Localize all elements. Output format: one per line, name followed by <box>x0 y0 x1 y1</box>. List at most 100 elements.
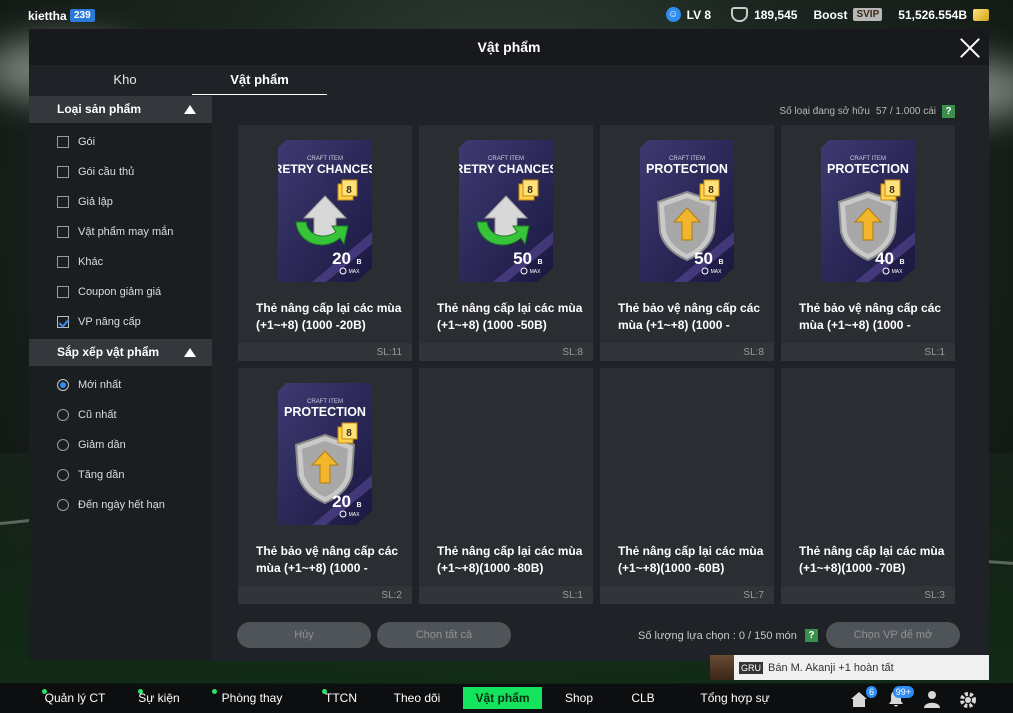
item-card[interactable]: CRAFT ITEM PROTECTION 8 50 B MAX Thẻ bảo… <box>600 125 774 361</box>
card-art-level: 8 <box>889 185 895 196</box>
item-card[interactable]: CRAFT ITEM RETRY CHANCES 8 20 B MAX Thẻ … <box>238 125 412 361</box>
card-art-level: 8 <box>708 185 714 196</box>
card-art-level: 8 <box>346 185 352 196</box>
item-card[interactable]: CRAFT ITEM RETRY CHANCES 8 50 B MAX Thẻ … <box>419 125 593 361</box>
close-icon[interactable] <box>959 37 981 59</box>
card-art-value: 40 <box>875 249 894 268</box>
category-option[interactable]: Gói cầu thủ <box>29 157 212 187</box>
option-label: VP nâng cấp <box>78 316 141 328</box>
collapse-triangle-icon[interactable] <box>184 105 196 114</box>
item-card[interactable]: Thẻ nâng cấp lại các mùa (+1~+8)(1000 -8… <box>419 368 593 604</box>
nav-su-kien[interactable]: Sự kiện <box>138 684 180 713</box>
card-art-unit: B <box>718 259 723 266</box>
nav-ttcn[interactable]: TTCN <box>324 684 358 713</box>
cancel-button[interactable]: Hủy <box>237 622 371 648</box>
nav-theo-doi[interactable]: Theo dõi <box>393 684 441 713</box>
toast-text: Bán M. Akanji +1 hoàn tất <box>768 661 894 674</box>
category-option[interactable]: Vật phẩm may mắn <box>29 217 212 247</box>
item-card[interactable]: CRAFT ITEM PROTECTION 8 20 B MAX Thẻ bảo… <box>238 368 412 604</box>
item-card[interactable]: Thẻ nâng cấp lại các mùa (+1~+8)(1000 -6… <box>600 368 774 604</box>
card-art-unit: B <box>356 259 361 266</box>
open-items-button[interactable]: Chọn VP để mở <box>826 622 960 648</box>
item-name-line: (+1~+8)(1000 -70B) <box>799 561 906 575</box>
radio-icon[interactable] <box>57 469 69 481</box>
category-option[interactable]: Giả lập <box>29 187 212 217</box>
item-quantity: SL:2 <box>381 590 402 601</box>
item-card[interactable]: Thẻ nâng cấp lại các mùa (+1~+8)(1000 -7… <box>781 368 955 604</box>
option-label: Cũ nhất <box>78 409 117 421</box>
protection-card-art: CRAFT ITEM PROTECTION 8 50 B MAX <box>640 140 734 282</box>
player-avatar <box>710 655 734 680</box>
owned-count: Số loại đang sở hữu 57 / 1.000 cái ? <box>779 105 955 118</box>
item-name-line: Thẻ nâng cấp lại các mùa <box>256 301 402 315</box>
item-name-line: Thẻ bảo vệ nâng cấp các <box>256 544 399 558</box>
checkbox-checked-icon[interactable] <box>57 316 69 328</box>
category-title: Loại sản phẩm <box>57 102 142 116</box>
item-name: Thẻ nâng cấp lại các mùa (+1~+8) (1000 -… <box>256 300 404 334</box>
radio-icon[interactable] <box>57 439 69 451</box>
nav-clb[interactable]: CLB <box>628 684 658 713</box>
sort-option[interactable]: Cũ nhất <box>29 400 212 430</box>
tab-kho[interactable]: Kho <box>59 65 191 95</box>
item-name: Thẻ nâng cấp lại các mùa (+1~+8)(1000 -8… <box>437 543 585 577</box>
team-tag: GRU <box>739 661 763 674</box>
sort-option[interactable]: Tăng dần <box>29 460 212 490</box>
option-label: Gói <box>78 136 96 148</box>
checkbox-icon[interactable] <box>57 136 69 148</box>
nav-quan-ly-ct[interactable]: Quản lý CT <box>44 684 106 713</box>
item-name-line: Thẻ nâng cấp lại các mùa <box>437 544 583 558</box>
nav-tong-hop-su-kien[interactable]: Tổng hợp sự kiện <box>690 684 780 713</box>
tab-vat-pham[interactable]: Vật phẩm <box>192 65 327 95</box>
checkbox-icon[interactable] <box>57 286 69 298</box>
card-art-value: 20 <box>332 249 351 268</box>
sort-option[interactable]: Đến ngày hết hạn <box>29 490 212 520</box>
item-name-line: Thẻ nâng cấp lại các mùa <box>437 301 583 315</box>
bp-value: 51,526.554B <box>898 7 967 22</box>
items-modal: Vật phẩm Kho Vật phẩm Loại sản phẩm Gói … <box>29 29 989 661</box>
category-option[interactable]: Khác <box>29 247 212 277</box>
radio-icon[interactable] <box>57 409 69 421</box>
level-text: LV 8 <box>686 7 712 22</box>
bell-icon[interactable]: 99+ <box>886 686 914 708</box>
owned-value: 57 / 1.000 cái <box>875 106 936 117</box>
checkbox-icon[interactable] <box>57 196 69 208</box>
category-section-header[interactable]: Loại sản phẩm <box>29 96 212 123</box>
item-quantity: SL:7 <box>743 590 764 601</box>
item-name-line: mùa (+1~+8) (1000 - <box>256 561 368 575</box>
card-art-unit: B <box>537 259 542 266</box>
select-all-button[interactable]: Chọn tất cả <box>377 622 511 648</box>
item-name-line: (+1~+8) (1000 -20B) <box>256 318 366 332</box>
sort-option-newest[interactable]: Mới nhất <box>29 370 212 400</box>
sort-section-header[interactable]: Sắp xếp vật phẩm <box>29 339 212 366</box>
nav-shop[interactable]: Shop <box>562 684 596 713</box>
radio-selected-icon[interactable] <box>57 379 69 391</box>
item-quantity: SL:8 <box>562 347 583 358</box>
option-label: Vật phẩm may mắn <box>78 226 174 238</box>
nav-phong-thay-do[interactable]: Phòng thay đồ <box>214 684 290 713</box>
card-art-title: PROTECTION <box>646 162 728 176</box>
checkbox-icon[interactable] <box>57 166 69 178</box>
help-icon[interactable]: ? <box>804 629 818 642</box>
nav-vat-pham[interactable]: Vật phẩm <box>463 687 542 709</box>
collapse-triangle-icon[interactable] <box>184 348 196 357</box>
profile-icon[interactable] <box>922 690 942 708</box>
item-card[interactable]: CRAFT ITEM PROTECTION 8 40 B MAX Thẻ bảo… <box>781 125 955 361</box>
sort-option[interactable]: Giảm dần <box>29 430 212 460</box>
home-icon[interactable]: 6 <box>849 686 877 708</box>
item-name-line: mùa (+1~+8) (1000 - <box>799 318 911 332</box>
item-name: Thẻ bảo vệ nâng cấp các mùa (+1~+8) (100… <box>799 300 947 334</box>
settings-gear-icon[interactable] <box>958 690 978 708</box>
category-option-vp-nang-cap[interactable]: VP nâng cấp <box>29 307 212 337</box>
checkbox-icon[interactable] <box>57 226 69 238</box>
item-name: Thẻ bảo vệ nâng cấp các mùa (+1~+8) (100… <box>618 300 766 334</box>
help-icon[interactable]: ? <box>942 105 955 118</box>
category-option[interactable]: Gói <box>29 127 212 157</box>
radio-icon[interactable] <box>57 499 69 511</box>
card-art-max: MAX <box>892 269 904 275</box>
category-option[interactable]: Coupon giảm giá <box>29 277 212 307</box>
coin-shield-icon <box>731 7 749 22</box>
item-name: Thẻ nâng cấp lại các mùa (+1~+8) (1000 -… <box>437 300 585 334</box>
boost-label: Boost <box>813 7 848 22</box>
item-name: Thẻ nâng cấp lại các mùa (+1~+8)(1000 -6… <box>618 543 766 577</box>
checkbox-icon[interactable] <box>57 256 69 268</box>
